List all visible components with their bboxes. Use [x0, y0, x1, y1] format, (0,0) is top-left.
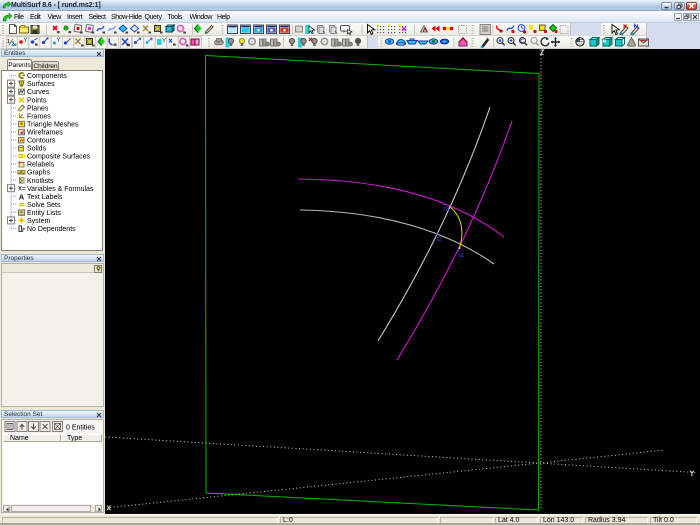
- svg-text:Solve Sets: Solve Sets: [27, 202, 61, 209]
- svg-text:Frames: Frames: [27, 113, 51, 120]
- svg-text:Y: Y: [162, 39, 166, 45]
- svg-text:Points: Points: [27, 97, 47, 104]
- svg-text:System: System: [27, 218, 51, 225]
- svg-text:Variables & Formulas: Variables & Formulas: [27, 186, 94, 193]
- svg-text:Surfaces: Surfaces: [27, 81, 55, 88]
- svg-text:No Dependents: No Dependents: [27, 226, 76, 233]
- svg-text:Triangle Meshes: Triangle Meshes: [27, 121, 79, 128]
- svg-text:t3: t3: [444, 206, 450, 213]
- svg-text:Y: Y: [24, 38, 28, 44]
- svg-text:Knotlists: Knotlists: [27, 178, 54, 185]
- svg-text:Composite Surfaces: Composite Surfaces: [27, 154, 91, 161]
- svg-text:Wireframes: Wireframes: [27, 130, 63, 137]
- svg-text:Curves: Curves: [27, 89, 50, 96]
- svg-text:Graphs: Graphs: [27, 170, 50, 177]
- svg-text:Planes: Planes: [27, 105, 49, 112]
- svg-text:t2: t2: [437, 236, 443, 243]
- svg-text:Components: Components: [27, 73, 67, 80]
- svg-text:A: A: [19, 192, 25, 201]
- svg-text:Relabels: Relabels: [27, 162, 55, 169]
- svg-text:Entity Lists: Entity Lists: [27, 210, 61, 217]
- svg-text:0 Entities: 0 Entities: [66, 425, 95, 432]
- svg-text:t4: t4: [459, 253, 465, 260]
- svg-text:Text Labels: Text Labels: [27, 194, 63, 201]
- svg-text:Contours: Contours: [27, 138, 56, 145]
- svg-text:Y: Y: [57, 38, 61, 44]
- svg-text:Solids: Solids: [27, 146, 47, 153]
